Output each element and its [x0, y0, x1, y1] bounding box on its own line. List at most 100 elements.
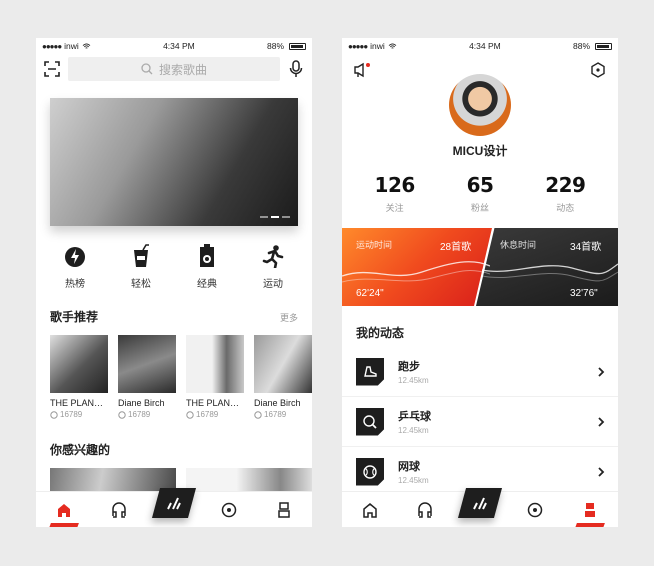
- play-center-button[interactable]: [151, 487, 196, 518]
- singer-photo: [254, 335, 312, 393]
- singer-count: 16789: [254, 410, 312, 419]
- activity-item[interactable]: 乒乓球 12.45km: [342, 397, 618, 447]
- stat-followers[interactable]: 65 粉丝: [445, 173, 515, 214]
- phone-profile: ●●●●● inwi 4:34 PM 88% MICU设计 126 关注 65 粉丝…: [342, 38, 618, 527]
- tab-play[interactable]: [457, 487, 502, 528]
- ping-pong-icon: [363, 414, 377, 429]
- singer-name: Diane Birch: [254, 398, 301, 408]
- tab-disc[interactable]: [517, 492, 553, 528]
- tab-home[interactable]: [352, 492, 388, 528]
- signal-dots: ●●●●●: [42, 41, 62, 51]
- avatar[interactable]: [449, 74, 511, 136]
- banner-pager: [260, 216, 290, 218]
- fire-bolt-icon: [65, 247, 85, 267]
- tab-bar: [36, 487, 312, 528]
- tab-bar: [342, 487, 618, 528]
- category-label: 运动: [263, 279, 283, 290]
- wifi-icon: [388, 42, 397, 49]
- interest-title: 你感兴趣的: [50, 443, 111, 457]
- tab-library[interactable]: [407, 492, 443, 528]
- singers-more-link[interactable]: 更多: [280, 311, 298, 324]
- disc-icon: [221, 502, 237, 517]
- featured-banner[interactable]: [50, 98, 298, 226]
- category-label: 热榜: [65, 279, 85, 290]
- singer-photo: [118, 335, 176, 393]
- headphones-icon: [112, 501, 126, 518]
- equalizer-icon: [167, 497, 181, 509]
- singer-card[interactable]: THE PLAN… 16789: [186, 335, 244, 419]
- stat-value: 229: [545, 173, 586, 197]
- battery-icon: [595, 42, 612, 50]
- scan-icon[interactable]: [44, 61, 60, 77]
- singer-count: 16789: [118, 410, 176, 419]
- category-row: 热榜 轻松 经典 运动: [36, 226, 312, 290]
- chevron-right-icon: [598, 366, 605, 377]
- activity-distance: 12.45km: [398, 476, 429, 485]
- singer-name: THE PLAN…: [50, 398, 104, 408]
- singer-list: THE PLAN… 16789 Diane Birch 16789 THE PL…: [36, 325, 312, 419]
- singer-count: 16789: [50, 410, 108, 419]
- settings-hex-icon[interactable]: [590, 62, 606, 78]
- tab-profile[interactable]: [572, 492, 608, 528]
- equalizer-icon: [473, 497, 487, 509]
- activity-distance: 12.45km: [398, 376, 429, 385]
- comment-icon: [254, 410, 262, 419]
- count-value: 16789: [196, 410, 219, 419]
- stat-label: 关注: [385, 203, 404, 213]
- time-panels: 运动时间 28首歌 62'24" 休息时间 34首歌 32'76": [342, 228, 618, 306]
- notification-speaker-icon[interactable]: [354, 62, 370, 78]
- exercise-label: 运动时间: [356, 240, 393, 250]
- exercise-songs: 28首歌: [440, 242, 472, 253]
- stat-label: 动态: [556, 203, 575, 213]
- activity-name: 网球: [398, 461, 420, 473]
- top-bar: 搜索歌曲: [36, 54, 312, 84]
- singer-count: 16789: [186, 410, 244, 419]
- search-input[interactable]: 搜索歌曲: [68, 57, 280, 81]
- activity-distance: 12.45km: [398, 426, 429, 435]
- exercise-wave: [342, 261, 490, 283]
- search-placeholder: 搜索歌曲: [158, 62, 207, 77]
- count-value: 16789: [60, 410, 83, 419]
- count-value: 16789: [264, 410, 287, 419]
- activity-icon-box: [356, 407, 384, 436]
- singer-name: Diane Birch: [118, 398, 165, 408]
- stat-posts[interactable]: 229 动态: [530, 173, 600, 214]
- running-icon: [262, 245, 284, 268]
- singer-name: THE PLAN…: [186, 398, 240, 408]
- singers-header: 歌手推荐 更多: [36, 308, 312, 325]
- category-classic[interactable]: 经典: [181, 244, 233, 290]
- carrier: inwi: [370, 41, 385, 51]
- comment-icon: [50, 410, 58, 419]
- stat-value: 65: [466, 173, 494, 197]
- home-icon: [362, 502, 377, 518]
- category-sport[interactable]: 运动: [247, 244, 299, 290]
- category-label: 轻松: [131, 279, 151, 290]
- speaker-icon: [200, 244, 214, 267]
- singers-title: 歌手推荐: [50, 310, 99, 324]
- activity-item[interactable]: 跑步 12.45km: [342, 347, 618, 397]
- stat-label: 粉丝: [470, 203, 489, 213]
- tab-disc[interactable]: [211, 492, 247, 528]
- activity-title: 我的动态: [356, 326, 405, 340]
- singer-card[interactable]: Diane Birch 16789: [254, 335, 312, 419]
- interest-header: 你感兴趣的: [36, 441, 312, 458]
- microphone-icon[interactable]: [288, 60, 304, 78]
- singer-card[interactable]: THE PLAN… 16789: [50, 335, 108, 419]
- comment-icon: [186, 410, 194, 419]
- tab-play[interactable]: [151, 487, 196, 528]
- tennis-ball-icon: [363, 464, 377, 479]
- singer-photo: [186, 335, 244, 393]
- comment-icon: [118, 410, 126, 419]
- drink-cup-icon: [134, 244, 149, 267]
- play-center-button[interactable]: [457, 487, 502, 518]
- battery-icon: [289, 42, 306, 50]
- category-relax[interactable]: 轻松: [115, 244, 167, 290]
- tab-home[interactable]: [46, 492, 82, 528]
- tab-profile[interactable]: [266, 492, 302, 528]
- category-hot[interactable]: 热榜: [49, 244, 101, 290]
- singer-card[interactable]: Diane Birch 16789: [118, 335, 176, 419]
- profile-top-bar: [342, 54, 618, 78]
- stat-following[interactable]: 126 关注: [360, 173, 430, 214]
- rest-time: 32'76": [570, 288, 598, 299]
- tab-library[interactable]: [101, 492, 137, 528]
